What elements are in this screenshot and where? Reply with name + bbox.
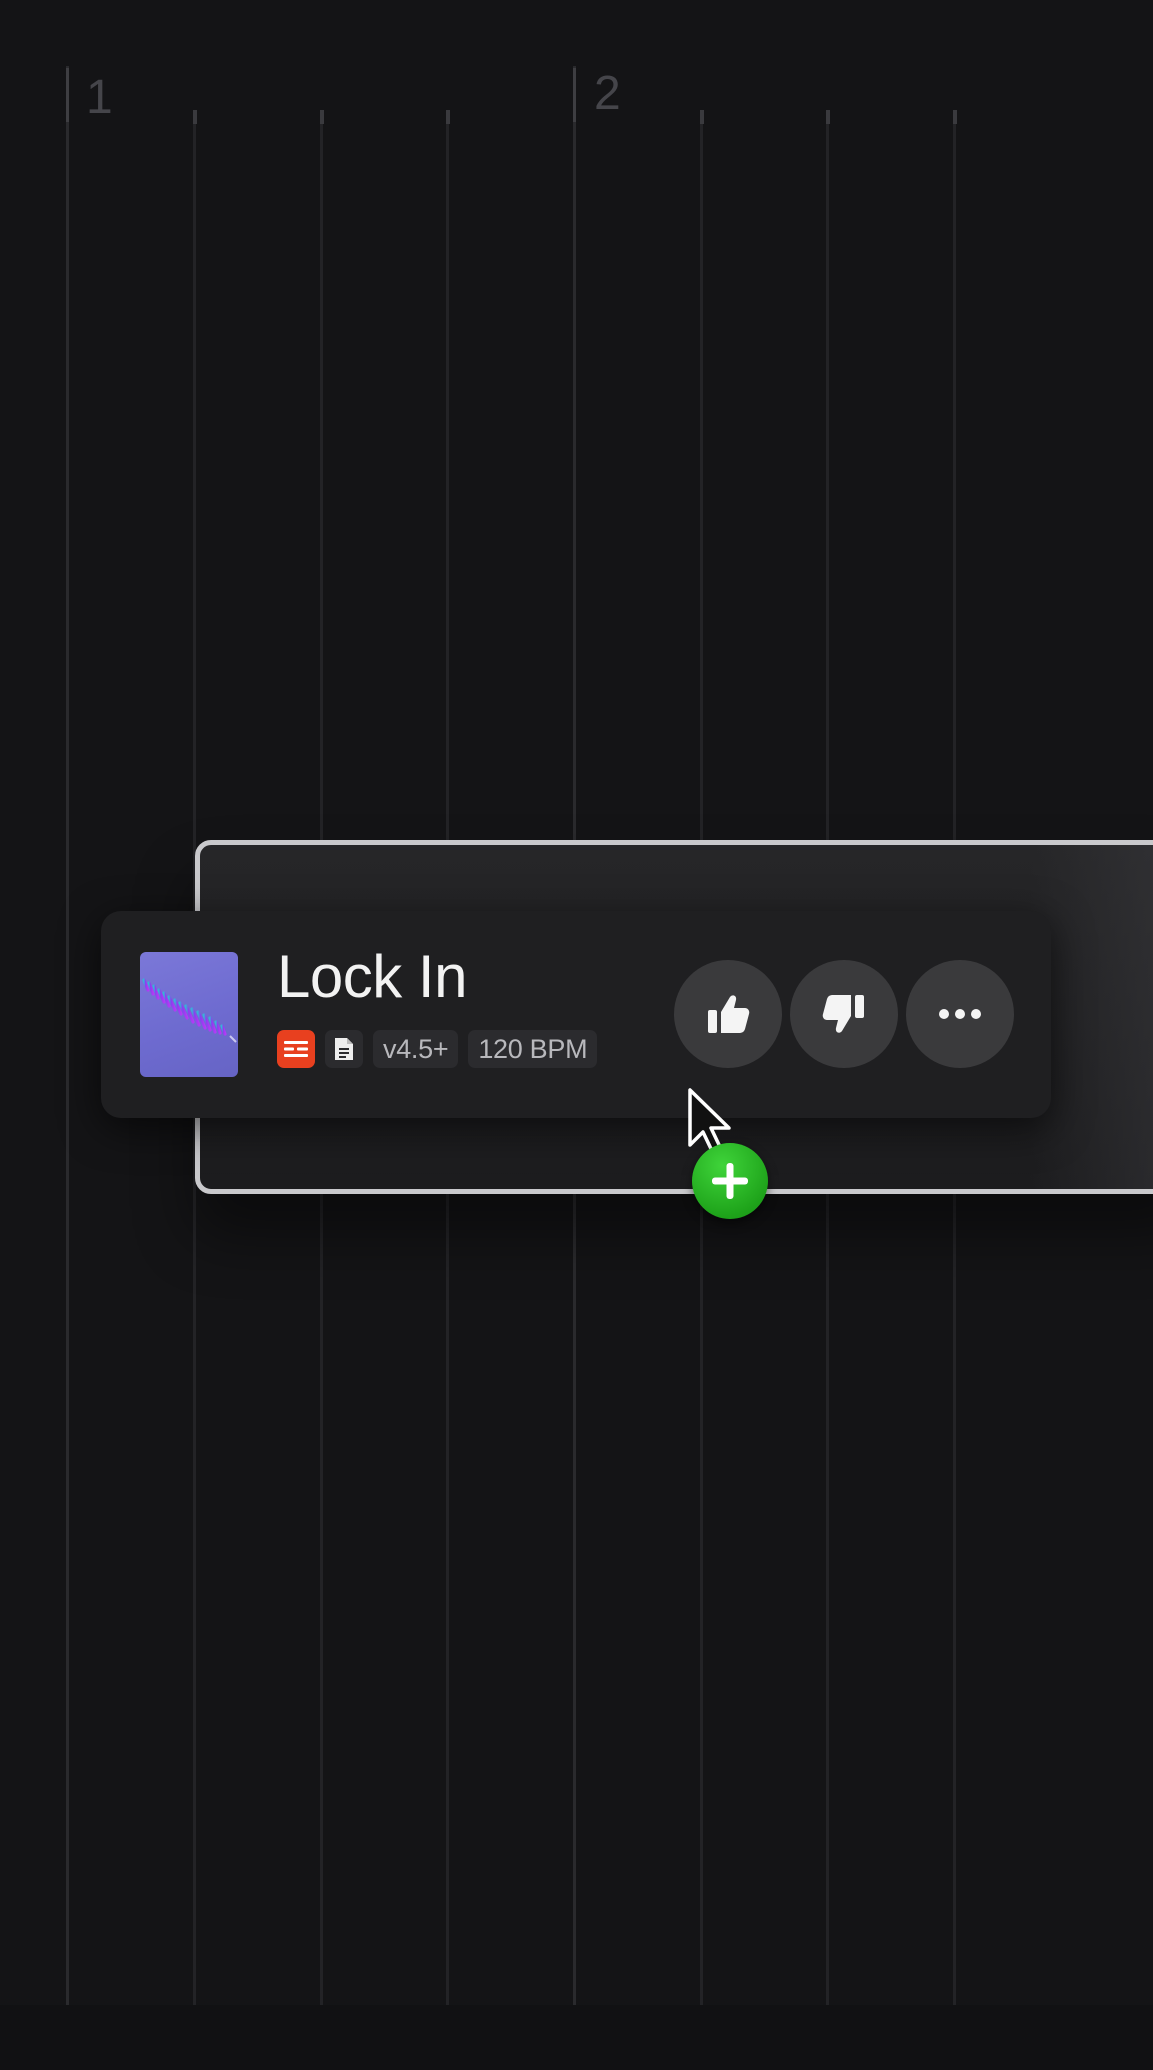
beat-marker bbox=[446, 110, 450, 124]
thumbs-down-icon bbox=[822, 995, 864, 1033]
grid-line bbox=[66, 66, 69, 2006]
more-options-button[interactable] bbox=[906, 960, 1014, 1068]
song-meta-row: v4.5+ 120 BPM bbox=[277, 1030, 598, 1068]
song-title: Lock In bbox=[277, 943, 467, 1010]
beat-marker bbox=[953, 110, 957, 124]
tempo-badge: 120 BPM bbox=[468, 1030, 598, 1068]
thumbs-up-icon bbox=[708, 995, 750, 1033]
more-options-icon bbox=[939, 1009, 981, 1019]
like-button[interactable] bbox=[674, 960, 782, 1068]
beat-marker bbox=[826, 110, 830, 124]
bar-marker bbox=[66, 68, 69, 122]
bar-marker bbox=[573, 68, 576, 122]
dislike-button[interactable] bbox=[790, 960, 898, 1068]
model-version-badge: v4.5+ bbox=[373, 1030, 459, 1068]
beat-marker bbox=[193, 110, 197, 124]
beat-marker bbox=[700, 110, 704, 124]
bar-number: 2 bbox=[594, 67, 621, 120]
dragged-song-card[interactable]: Lock In v4.5+ 120 BPM bbox=[101, 911, 1051, 1118]
add-copy-badge bbox=[692, 1143, 768, 1219]
beat-marker bbox=[320, 110, 324, 124]
timeline-footer bbox=[0, 2005, 1153, 2070]
cover-art-thumbnail bbox=[140, 952, 238, 1077]
lyrics-icon[interactable] bbox=[277, 1030, 315, 1068]
bar-number: 1 bbox=[86, 71, 113, 124]
document-icon[interactable] bbox=[325, 1030, 363, 1068]
plus-icon bbox=[712, 1163, 748, 1199]
helix-cover-art bbox=[142, 978, 237, 1043]
